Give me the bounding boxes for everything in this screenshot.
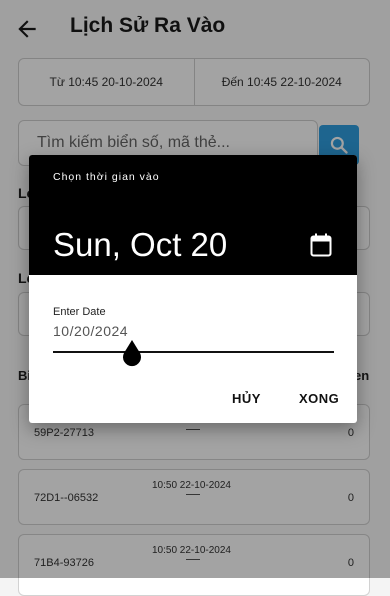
date-picker-header: Chọn thời gian vào Sun, Oct 20 [29, 155, 357, 275]
selected-date-headline: Sun, Oct 20 [53, 226, 228, 263]
date-picker-dialog: Chọn thời gian vào Sun, Oct 20 Enter Dat… [29, 155, 357, 423]
cancel-button[interactable]: HỦY [232, 391, 261, 406]
date-input-underline [53, 351, 334, 353]
calendar-icon[interactable] [310, 233, 332, 257]
date-input-label: Enter Date [53, 306, 106, 318]
date-input-field[interactable]: 10/20/2024 [53, 323, 128, 339]
text-cursor-handle-icon[interactable] [121, 339, 143, 367]
date-picker-caption: Chọn thời gian vào [53, 171, 160, 183]
confirm-button[interactable]: XONG [299, 391, 339, 406]
